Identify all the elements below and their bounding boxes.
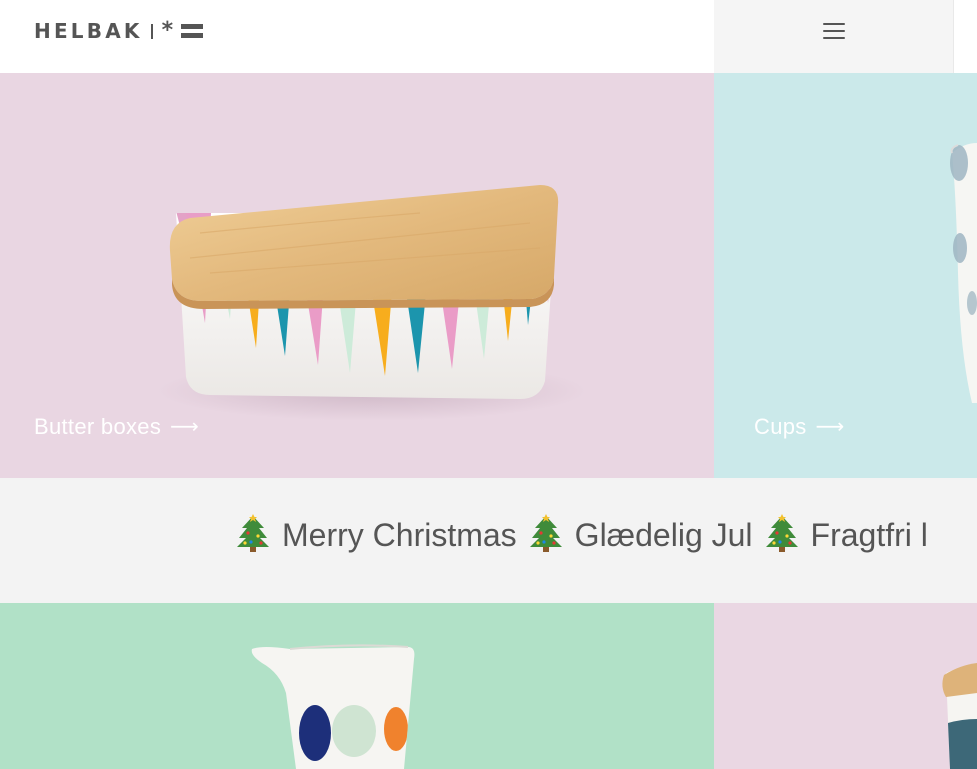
menu-button[interactable] [714, 0, 953, 73]
category-tile-jugs[interactable] [0, 603, 714, 769]
helbak-logo[interactable]: HELBAK * [34, 18, 204, 43]
category-tile-butter-boxes[interactable]: Butter boxes ⟶ [0, 73, 714, 478]
banner-message: Merry Christmas [282, 516, 517, 553]
butter-boxes-label: Butter boxes [34, 414, 162, 439]
arrow-right-icon: ⟶ [815, 416, 845, 438]
jug-image [251, 644, 415, 769]
butter-boxes-link[interactable]: Butter boxes ⟶ [34, 414, 199, 440]
jar-image [942, 663, 977, 769]
cups-label: Cups [754, 414, 807, 439]
logo-asterisk-icon: * [161, 18, 174, 43]
christmas-tree-icon [765, 514, 798, 552]
arrow-right-icon: ⟶ [170, 416, 200, 438]
logo-wordmark: HELBAK [34, 19, 143, 43]
christmas-tree-icon [529, 514, 562, 552]
banner-message: Fragtfri l [810, 516, 928, 553]
category-tile-jars[interactable] [714, 603, 977, 769]
cups-link[interactable]: Cups ⟶ [754, 414, 845, 440]
banner-message: Glædelig Jul [574, 516, 753, 553]
hamburger-menu-icon[interactable] [823, 23, 845, 39]
logo-divider [150, 23, 153, 39]
christmas-banner: Merry Christmas Glædelig Jul Fragtfri l [0, 478, 977, 603]
logo-equals-icon [181, 24, 204, 38]
site-header: HELBAK * [0, 0, 977, 73]
category-tile-cups[interactable]: Cups ⟶ [714, 73, 977, 478]
header-side-strip [953, 0, 977, 73]
banner-ticker: Merry Christmas Glædelig Jul Fragtfri l [236, 514, 940, 554]
christmas-tree-icon [237, 514, 269, 552]
